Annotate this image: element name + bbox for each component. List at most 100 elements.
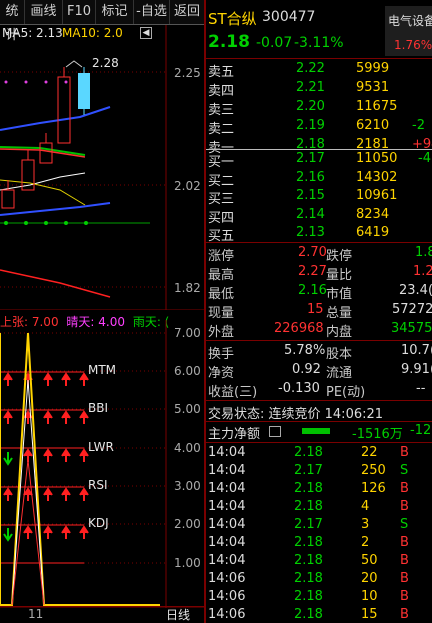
tick-time: 14:04 xyxy=(208,445,246,460)
ask-price: 2.21 xyxy=(296,80,325,95)
tick-price: 2.18 xyxy=(294,607,323,622)
tick-time: 14:04 xyxy=(208,517,246,532)
bid-level-row[interactable]: 买四 2.14 8234 xyxy=(206,206,432,226)
tick-price: 2.18 xyxy=(294,571,323,586)
divider xyxy=(206,442,432,443)
ask-level-row[interactable]: 卖四 2.21 9531 xyxy=(206,80,432,99)
tick-time: 14:04 xyxy=(208,535,246,550)
tick-row: 14:04 2.17 250 S xyxy=(206,463,432,481)
stat-value: 2.16 xyxy=(298,283,327,298)
tick-volume: 4 xyxy=(361,499,370,514)
tick-volume: 2 xyxy=(361,535,370,550)
tick-volume: 126 xyxy=(361,481,386,496)
bid-level-row[interactable]: 买一 2.17 11050 -4 xyxy=(206,151,432,170)
stat-label: 总量 xyxy=(326,306,353,321)
bid-label: 买一 xyxy=(208,155,235,170)
tick-price: 2.18 xyxy=(294,445,323,460)
bid-label: 买三 xyxy=(208,192,235,207)
tick-volume: 10 xyxy=(361,589,378,604)
mainforce-bar xyxy=(302,428,330,434)
mainforce-value: -1516万 xyxy=(352,427,403,442)
trading-status: 交易状态: 连续竞价 14:06:21 xyxy=(208,407,384,422)
stat-label: PE(动) xyxy=(326,385,366,400)
bid-volume: 6419 xyxy=(356,225,390,240)
price-axis-label: 1.82 xyxy=(174,281,201,295)
tick-side: B xyxy=(400,535,409,550)
tick-side: B xyxy=(400,499,409,514)
indicator-label-rsi[interactable]: RSI xyxy=(88,478,108,492)
tick-row: 14:04 2.18 2 B xyxy=(206,535,432,553)
bid-change: -4 xyxy=(418,151,431,166)
bid-volume: 8234 xyxy=(356,206,390,222)
bid-volume: 11050 xyxy=(356,151,398,166)
tick-price: 2.17 xyxy=(294,517,323,532)
price-change-pct: -3.11% xyxy=(294,35,344,51)
stat-label: 净资 xyxy=(208,366,235,381)
ask-label: 卖三 xyxy=(208,103,235,118)
stat-label: 内盘 xyxy=(326,325,353,340)
sector-name: 电气设备 xyxy=(388,14,432,28)
tick-row: 14:06 2.18 20 B xyxy=(206,571,432,589)
stat-value: 0.92 xyxy=(292,362,321,377)
stat-value: 9.91( xyxy=(401,362,432,377)
stat-value: 1.2 xyxy=(413,264,432,279)
toolbar-mark-button[interactable]: 标记 xyxy=(96,0,134,24)
ask-level-row[interactable]: 卖三 2.20 11675 xyxy=(206,99,432,118)
tick-side: S xyxy=(400,463,409,478)
x-axis-label: 11 xyxy=(28,607,44,621)
ask-level-row[interactable]: 卖二 2.19 6210 -2 xyxy=(206,118,432,137)
tick-row: 14:04 2.18 22 B xyxy=(206,445,432,463)
bid-level-row[interactable]: 买三 2.15 10961 xyxy=(206,188,432,207)
indicator-axis-label: 3.00 xyxy=(174,479,201,493)
tick-time: 14:06 xyxy=(208,571,246,586)
tick-time: 14:04 xyxy=(208,553,246,568)
tick-volume: 3 xyxy=(361,517,370,532)
stat-value: -- xyxy=(416,381,426,396)
toolbar-watchlist-button[interactable]: -自选 xyxy=(134,0,170,24)
toolbar-back-button[interactable]: 返回 xyxy=(170,0,204,24)
bid-level-row[interactable]: 买五 2.13 6419 xyxy=(206,225,432,244)
ask-price: 2.19 xyxy=(296,118,325,133)
toolbar-f10-button[interactable]: F10 xyxy=(63,0,96,24)
bid-price: 2.17 xyxy=(296,151,325,166)
indicator-label-lwr[interactable]: LWR xyxy=(88,440,114,454)
toolbar-stats-button[interactable]: 统计 xyxy=(0,0,25,43)
stat-label: 收益(三) xyxy=(208,385,258,400)
stat-label: 市值 xyxy=(326,287,353,302)
price-change: -0.07 xyxy=(256,35,293,51)
tick-side: B xyxy=(400,481,409,496)
divider xyxy=(206,58,432,59)
stat-label: 涨停 xyxy=(208,249,235,264)
tick-row: 14:06 2.18 15 B xyxy=(206,607,432,623)
tick-price: 2.18 xyxy=(294,535,323,550)
list-icon[interactable] xyxy=(269,426,281,437)
sector-box[interactable]: 电气设备 1.76% xyxy=(385,6,432,56)
bid-price: 2.15 xyxy=(296,188,325,203)
indicator-label-bbi[interactable]: BBI xyxy=(88,401,108,415)
tick-time: 14:04 xyxy=(208,481,246,496)
ask-volume: 11675 xyxy=(356,99,398,114)
stat-label: 最低 xyxy=(208,287,235,302)
indicator-label-mtm[interactable]: MTM xyxy=(88,363,116,377)
bid-label: 买二 xyxy=(208,173,235,189)
indicator-label-kdj[interactable]: KDJ xyxy=(88,516,109,530)
stat-value: 10.7( xyxy=(401,343,432,358)
stat-value: 1.8 xyxy=(415,245,432,260)
toolbar-draw-button[interactable]: 画线 xyxy=(25,0,63,24)
ask-level-row[interactable]: 卖五 2.22 5999 xyxy=(206,61,432,80)
ask-price: 2.20 xyxy=(296,99,325,114)
tick-side: B xyxy=(400,571,409,586)
bid-volume: 10961 xyxy=(356,188,398,203)
stat-label: 流通 xyxy=(326,366,353,381)
period-daily-tab[interactable]: 日线 xyxy=(166,606,190,623)
stat-value: 57272 xyxy=(392,302,432,317)
tick-row: 14:04 2.18 50 B xyxy=(206,553,432,571)
indicator-axis-label: 1.00 xyxy=(174,556,201,570)
bid-level-row[interactable]: 买二 2.16 14302 xyxy=(206,170,432,189)
bid-ask-divider xyxy=(206,149,432,150)
indicator-axis-label: 7.00 xyxy=(174,326,201,340)
stat-value: 34575 xyxy=(391,321,432,336)
tick-volume: 22 xyxy=(361,445,378,460)
price-axis-label: 2.02 xyxy=(174,179,201,193)
tick-row: 14:04 2.18 4 B xyxy=(206,499,432,517)
